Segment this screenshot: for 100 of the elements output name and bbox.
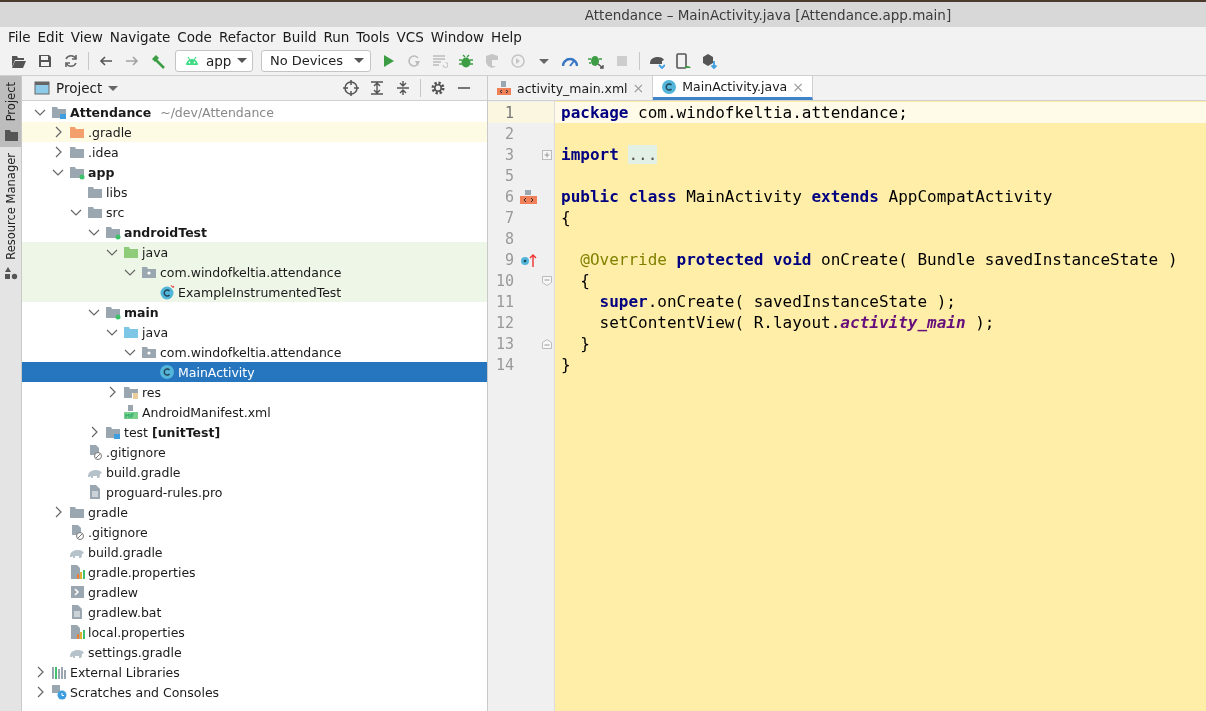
class-icon <box>661 78 678 95</box>
folder-icon <box>69 504 85 520</box>
class-icon <box>159 364 175 380</box>
code-line: setContentView( R.layout.activity_main ); <box>598 313 995 332</box>
view-selector[interactable]: Project <box>34 80 119 96</box>
menu-item[interactable]: File <box>6 28 36 45</box>
tree-item[interactable]: gradlew.bat <box>22 602 487 622</box>
tree-item[interactable]: gradlew <box>22 582 487 602</box>
tree-item[interactable]: .gitignore <box>22 442 487 462</box>
code-line: public class MainActivity extends AppCompatActivity <box>561 187 1053 206</box>
save-icon[interactable] <box>37 52 53 69</box>
menu-item[interactable]: Help <box>489 28 527 45</box>
folder-icon <box>69 124 85 140</box>
panel-icon <box>34 80 50 96</box>
menu-item[interactable]: VCS <box>394 28 429 45</box>
cube-download-icon[interactable] <box>701 52 717 69</box>
folder-icon <box>69 144 85 160</box>
expand-all-icon[interactable] <box>369 80 385 96</box>
package-icon <box>141 264 157 280</box>
folder-icon <box>123 244 139 260</box>
bug-icon[interactable] <box>458 52 474 69</box>
menu-item[interactable]: Build <box>280 28 322 45</box>
test-class-icon <box>159 284 175 300</box>
code-line: { <box>579 271 590 290</box>
tree-item[interactable]: AndroidManifest.xml <box>22 402 487 422</box>
folder-icon <box>87 204 103 220</box>
tree-item[interactable]: java <box>22 242 487 262</box>
menu-item[interactable]: View <box>68 28 108 45</box>
code-line: { <box>561 208 571 227</box>
line-number: 8 <box>503 229 514 248</box>
tree-item[interactable]: settings.gradle <box>22 642 487 662</box>
menu-item[interactable]: Code <box>175 28 217 45</box>
side-tab[interactable]: Resource Manager <box>0 147 21 287</box>
path-text: ~/dev/Attendance <box>160 104 274 120</box>
layout-file-icon[interactable] <box>518 188 538 205</box>
menu-item[interactable]: Window <box>428 28 490 45</box>
code-line: } <box>561 355 571 374</box>
caret-icon <box>108 85 119 91</box>
editor-tab[interactable]: MainActivity.java × <box>653 76 813 100</box>
tree-item[interactable]: Attendance ~/dev/Attendance <box>22 102 487 122</box>
menu-item[interactable]: Run <box>321 28 355 45</box>
tree-item[interactable]: com.windofkeltia.attendance <box>22 342 487 362</box>
tree-item[interactable]: test [unitTest] <box>22 422 487 442</box>
menu-item[interactable]: Navigate <box>107 28 176 45</box>
folder-icon <box>105 224 121 240</box>
tree-item[interactable]: com.windofkeltia.attendance <box>22 262 487 282</box>
tree-item[interactable]: MainActivity <box>22 362 487 382</box>
properties-file-icon <box>69 564 85 580</box>
tree-item[interactable]: main <box>22 302 487 322</box>
tree-item[interactable]: res <box>22 382 487 402</box>
folder-icon <box>123 324 139 340</box>
phone-icon[interactable] <box>675 52 691 69</box>
line-number: 13 <box>494 334 514 353</box>
tree-item[interactable]: .gitignore <box>22 522 487 542</box>
tree-item[interactable]: build.gradle <box>22 542 487 562</box>
shapes-icon <box>3 266 18 281</box>
line-number: 3 <box>503 145 514 164</box>
folder-icon <box>123 384 139 400</box>
tree-item[interactable]: .idea <box>22 142 487 162</box>
ignored-file-icon <box>87 444 103 460</box>
settings-icon[interactable] <box>430 80 446 96</box>
line-number: 11 <box>494 292 514 311</box>
tree-item[interactable]: gradle.properties <box>22 562 487 582</box>
tree-item[interactable]: src <box>22 202 487 222</box>
side-tab[interactable]: Project <box>0 76 21 148</box>
scratches-icon <box>51 684 67 700</box>
locate-icon[interactable] <box>343 80 359 96</box>
code-line: package com.windofkeltia.attendance; <box>561 103 908 122</box>
line-number: 5 <box>503 166 514 185</box>
manifest-file-icon <box>123 404 139 420</box>
line-number: 7 <box>503 208 514 227</box>
tree-item[interactable]: .gradle <box>22 122 487 142</box>
device-dropdown[interactable]: No Devices <box>261 49 371 72</box>
menu-item[interactable]: Edit <box>35 28 69 45</box>
tree-item[interactable]: External Libraries <box>22 662 487 682</box>
tree-item[interactable]: java <box>22 322 487 342</box>
hammer-icon[interactable] <box>150 52 166 69</box>
tree-item[interactable]: app <box>22 162 487 182</box>
tree-item[interactable]: androidTest <box>22 222 487 242</box>
tree-item[interactable]: libs <box>22 182 487 202</box>
sync-icon[interactable] <box>63 52 79 69</box>
code-line: @Override protected void onCreate( Bundle savedInstanceState ) <box>579 250 1178 269</box>
tree-item[interactable]: ExampleInstrumentedTest <box>22 282 487 302</box>
menu-item[interactable]: Tools <box>354 28 395 45</box>
run-config-dropdown[interactable]: app <box>175 49 253 72</box>
script-file-icon <box>69 584 85 600</box>
line-number: 12 <box>494 313 514 332</box>
menu-item[interactable]: Refactor <box>216 28 281 45</box>
code-line: super.onCreate( savedInstanceState ); <box>598 292 956 311</box>
collapse-all-icon[interactable] <box>395 80 411 96</box>
window-title: Attendance – MainActivity.java [Attendance.app.main] <box>584 6 952 23</box>
ignored-file-icon <box>69 524 85 540</box>
tree-item[interactable]: local.properties <box>22 622 487 642</box>
line-number: 9 <box>503 250 514 269</box>
tree-item[interactable]: build.gradle <box>22 462 487 482</box>
folder-icon <box>69 164 85 180</box>
tree-item[interactable]: gradle <box>22 502 487 522</box>
tree-item[interactable]: proguard-rules.pro <box>22 482 487 502</box>
properties-file-icon <box>69 624 85 640</box>
tree-item[interactable]: Scratches and Consoles <box>22 682 487 702</box>
